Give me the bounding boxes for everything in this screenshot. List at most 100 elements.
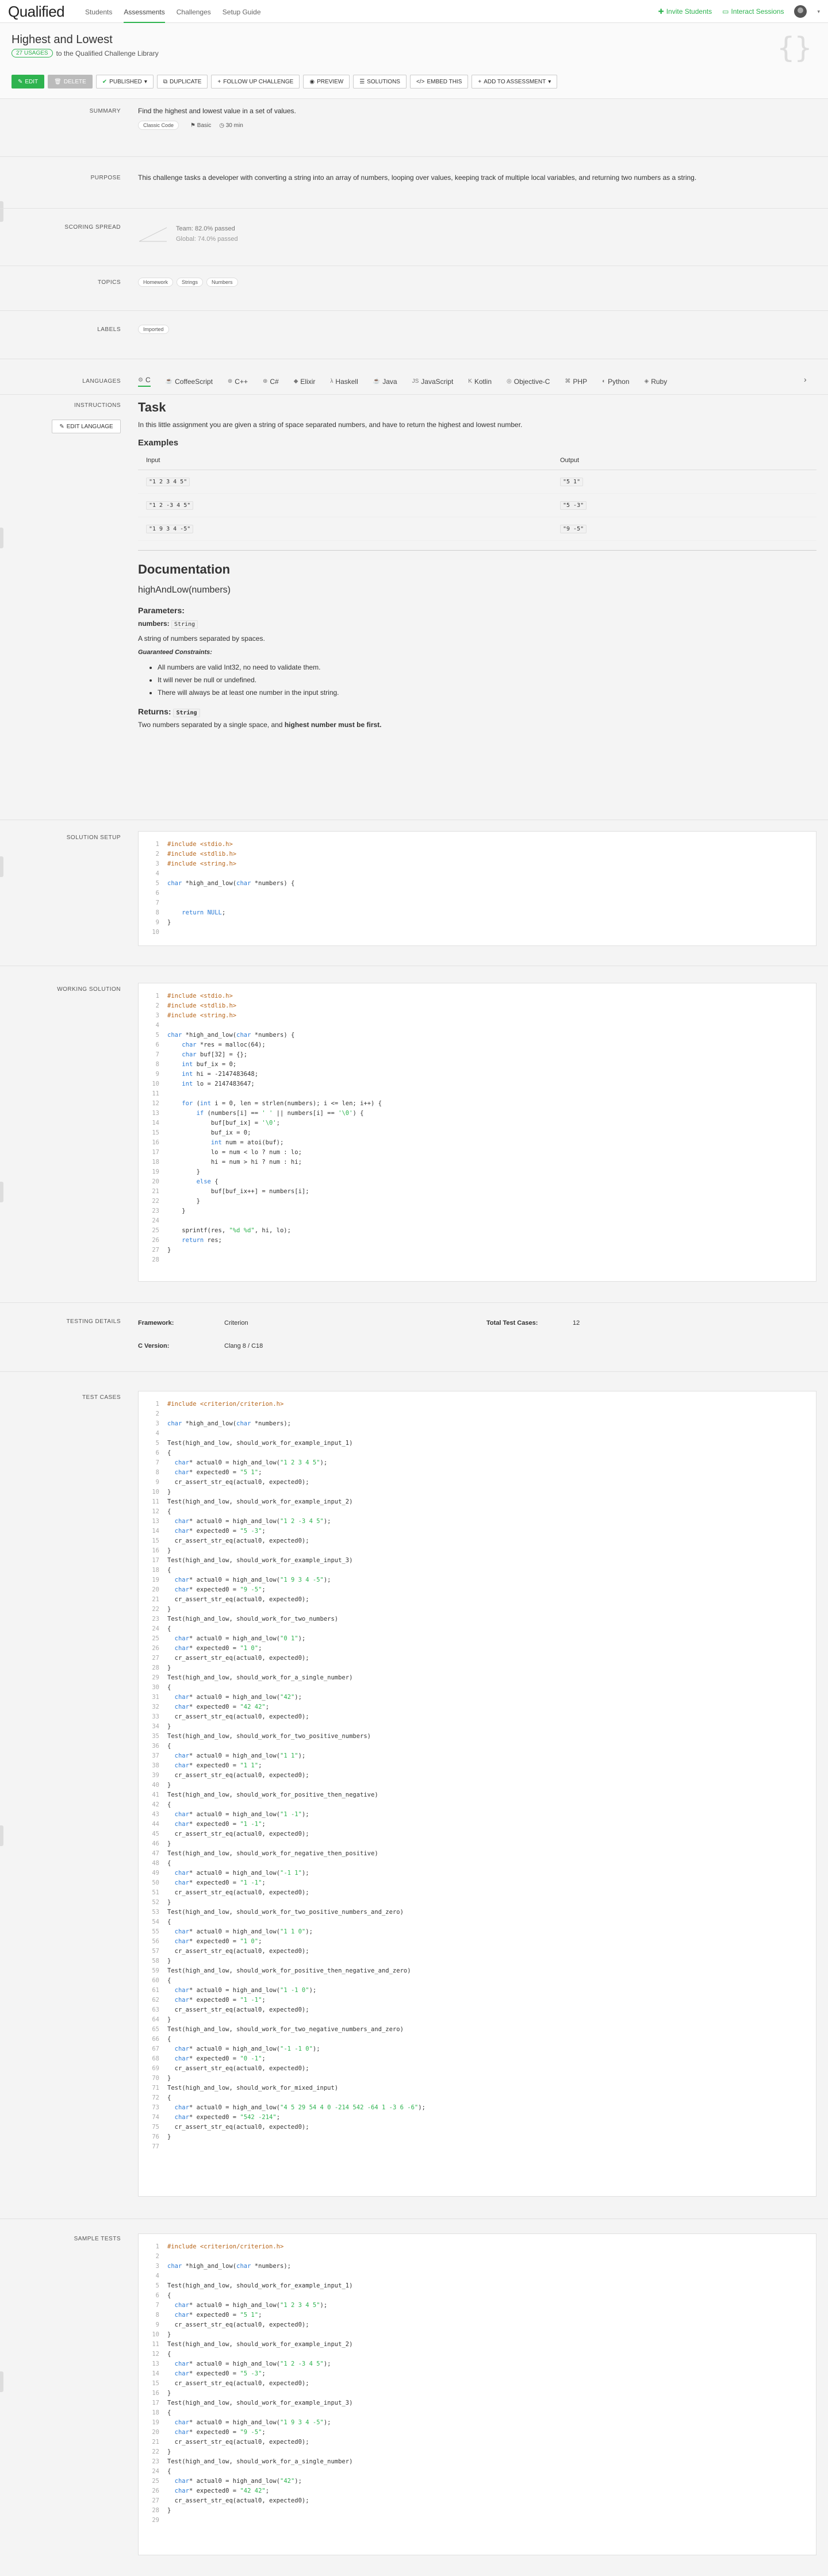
code-line: }: [167, 1958, 171, 1964]
code-line: {: [167, 1625, 171, 1632]
language-tab-ruby[interactable]: ◈ Ruby: [645, 378, 668, 386]
nav-link-students[interactable]: Students: [85, 8, 112, 23]
line-number: 28: [152, 1664, 159, 1671]
line-number: 1: [155, 993, 159, 999]
line-number: 72: [152, 2094, 159, 2101]
example-output-value: "5 1": [560, 478, 584, 486]
language-tab-c-[interactable]: ⊕ C#: [263, 378, 279, 386]
nav-link-setup-guide[interactable]: Setup Guide: [223, 8, 261, 23]
drawer-handle[interactable]: [0, 201, 3, 222]
avatar[interactable]: [794, 5, 807, 18]
code-line: int hi = -2147483648;: [182, 1071, 259, 1078]
code-line: #include <stdlib.h>: [167, 851, 237, 858]
line-number: 43: [152, 1811, 159, 1818]
drawer-handle[interactable]: [0, 1182, 3, 1202]
code-line: cr_assert_str_eq(actual0, expected0);: [167, 2124, 309, 2131]
divider: [0, 1302, 828, 1303]
line-number: 8: [155, 1061, 159, 1068]
language-tab-haskell[interactable]: λ Haskell: [330, 378, 358, 386]
labels-list: Imported: [138, 324, 816, 334]
drawer-handle[interactable]: [0, 1825, 3, 1846]
language-tab-java[interactable]: ☕ Java: [373, 378, 397, 386]
code-line: char* actual0 = high_and_low("1 -1");: [174, 1811, 309, 1818]
param-name: numbers:: [138, 620, 170, 628]
edit-language-button[interactable]: ✎ EDIT LANGUAGE: [52, 420, 121, 433]
language-label: C: [145, 376, 151, 384]
chevron-down-icon[interactable]: ▾: [817, 9, 820, 15]
trash-icon: 🗑: [54, 78, 62, 85]
language-tab-objective-c[interactable]: ◎ Objective-C: [507, 378, 550, 386]
topic-tag[interactable]: Numbers: [206, 278, 238, 287]
line-number: 75: [152, 2124, 159, 2131]
line-number: 11: [152, 1090, 159, 1097]
nav-link-challenges[interactable]: Challenges: [177, 8, 211, 23]
line-number: 48: [152, 1860, 159, 1867]
interact-sessions-link[interactable]: ▭ Interact Sessions: [722, 7, 784, 16]
language-tab-elixir[interactable]: ◆ Elixir: [294, 378, 316, 386]
code-line: }: [167, 2133, 171, 2140]
line-number: 74: [152, 2114, 159, 2121]
returns-desc-b: highest number must be first.: [284, 721, 382, 729]
line-number: 12: [152, 1100, 159, 1107]
embed-this-button[interactable]: </> EMBED THIS: [409, 75, 469, 89]
line-number: 1: [155, 841, 159, 848]
language-tab-javascript[interactable]: JS JavaScript: [412, 378, 454, 386]
published-dropdown[interactable]: ✔ PUBLISHED ▾: [95, 75, 154, 89]
language-tab-python[interactable]: ◐ Python: [602, 378, 629, 386]
line-number: 29: [152, 2517, 159, 2524]
framework-label: Framework:: [138, 1320, 174, 1327]
solutions-label: SOLUTIONS: [367, 78, 400, 85]
language-tab-php[interactable]: ⌘ PHP: [565, 378, 587, 386]
code-line: }: [167, 1899, 171, 1906]
language-tab-coffeescript[interactable]: ☕ CoffeeScript: [166, 378, 213, 386]
line-number: 19: [152, 1577, 159, 1583]
test-cases-editor[interactable]: 1 #include <criterion/criterion.h> 2 3 cha…: [138, 1391, 816, 2197]
line-number: 7: [155, 899, 159, 906]
code-block: 1 #include <criterion/criterion.h> 2 3 cha…: [144, 2242, 810, 2525]
drawer-handle[interactable]: [0, 2371, 3, 2392]
code-line: }: [167, 1606, 171, 1613]
working-solution-editor[interactable]: 1 #include <stdio.h> 2 #include <stdlib.h>…: [138, 983, 816, 1282]
code-line: Test(high_and_low, should_work_for_posit…: [167, 1967, 411, 1974]
output-col-header: Output: [552, 451, 816, 470]
drawer-handle[interactable]: [0, 856, 3, 877]
line-number: 5: [155, 1032, 159, 1039]
nav-link-assessments[interactable]: Assessments: [124, 8, 165, 23]
line-number: 17: [152, 2400, 159, 2406]
code-line: {: [167, 2036, 171, 2043]
chevron-right-icon[interactable]: ›: [804, 375, 807, 384]
duplicate-button[interactable]: ⧉ DUPLICATE: [156, 75, 208, 89]
delete-button[interactable]: 🗑 DELETE: [48, 75, 93, 89]
constraints-heading: Guaranteed Constraints:: [138, 649, 212, 656]
language-tab-kotlin[interactable]: K Kotlin: [468, 378, 492, 386]
topic-tag[interactable]: Strings: [177, 278, 204, 287]
language-tab-c[interactable]: ⚙ C: [138, 376, 151, 387]
line-number: 9: [155, 2321, 159, 2328]
invite-students-link[interactable]: ✚ Invite Students: [658, 7, 712, 16]
add-to-assessment-dropdown[interactable]: + ADD TO ASSESSMENT ▾: [471, 75, 558, 89]
code-line: char* expected0 = "5 -3";: [174, 1528, 266, 1535]
code-line: Test(high_and_low, should_work_for_two_n…: [167, 1616, 339, 1623]
label-tag[interactable]: Imported: [138, 325, 169, 334]
interact-label: Interact Sessions: [731, 7, 784, 16]
example-input: "1 9 3 4 -5": [138, 517, 552, 541]
line-number: 34: [152, 1723, 159, 1730]
line-number: 3: [155, 2263, 159, 2270]
param-type: String: [171, 620, 198, 629]
line-number: 28: [152, 1256, 159, 1263]
code-line: char* actual0 = high_and_low("42");: [174, 2478, 302, 2485]
edit-button[interactable]: ✎ EDIT: [12, 75, 45, 89]
language-icon: K: [468, 378, 472, 385]
drawer-handle[interactable]: [0, 528, 3, 548]
sample-tests-editor[interactable]: 1 #include <criterion/criterion.h> 2 3 cha…: [138, 2233, 816, 2555]
solution-setup-editor[interactable]: 1 #include <stdio.h> 2 #include <stdlib.h>…: [138, 831, 816, 946]
topic-tag[interactable]: Homework: [138, 278, 174, 287]
library-link[interactable]: to the Qualified Challenge Library: [56, 49, 159, 57]
code-line: char* expected0 = "42 42";: [174, 1704, 270, 1710]
solutions-button[interactable]: ☰ SOLUTIONS: [353, 75, 407, 89]
logo[interactable]: Qualified: [8, 3, 65, 21]
follow-up-challenge-button[interactable]: + FOLLOW UP CHALLENGE: [211, 75, 300, 89]
language-tab-c-[interactable]: ⊕ C++: [228, 378, 248, 386]
instructions-doc: Task In this little assignment you are g…: [138, 400, 816, 733]
preview-button[interactable]: ◉ PREVIEW: [303, 75, 350, 89]
